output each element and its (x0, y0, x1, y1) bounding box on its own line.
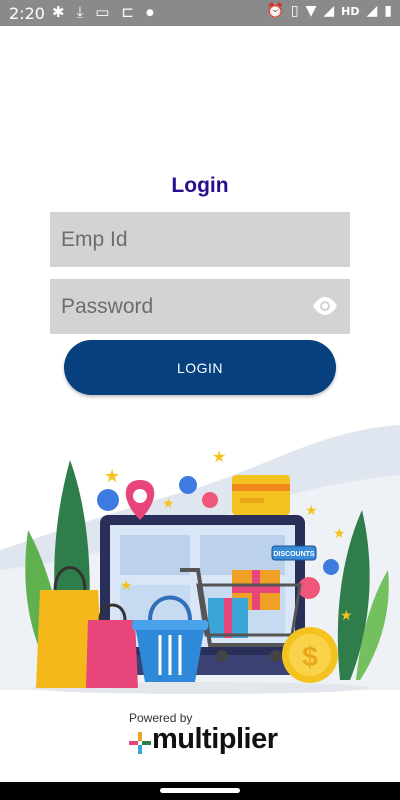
svg-text:★: ★ (212, 449, 226, 466)
svg-text:★: ★ (162, 495, 175, 511)
emp-id-placeholder: Emp Id (61, 227, 128, 251)
signal-icon: ◢ (323, 3, 335, 19)
vibrate-icon: ▯ (290, 3, 299, 19)
svg-text:★: ★ (104, 466, 120, 486)
wifi-icon: ▼ (305, 3, 317, 19)
download-icon: ⤓ (76, 3, 84, 21)
network-type: HD (341, 4, 360, 18)
home-gesture-pill[interactable] (160, 788, 240, 793)
password-field[interactable]: Password (50, 279, 350, 334)
svg-text:★: ★ (340, 607, 353, 623)
svg-text:★: ★ (333, 525, 346, 541)
brand-name: multiplier (152, 723, 278, 755)
eye-icon[interactable] (312, 296, 338, 316)
status-left-icons: ✱ ⤓ ▭ ⊏ ● (52, 3, 154, 23)
svg-text:$: $ (302, 641, 318, 672)
system-nav-bar (0, 782, 400, 800)
page-title: Login (171, 174, 229, 197)
login-button[interactable]: LOGIN (64, 340, 336, 395)
shopping-illustration: ★ ★ ★ ★ ★ ★ ★ DISCOUNTS $ (0, 425, 400, 694)
signal-icon-2: ◢ (366, 3, 378, 19)
battery-saver-icon: ▭ (95, 3, 110, 21)
status-bar: 2:20 ✱ ⤓ ▭ ⊏ ● ⏰ ▯ ▼ ◢ HD ◢ ▮ (0, 0, 400, 26)
dot-icon: ● (145, 8, 154, 18)
battery-icon: ▮ (384, 3, 392, 19)
svg-text:★: ★ (120, 577, 133, 593)
status-right-icons: ⏰ ▯ ▼ ◢ HD ◢ ▮ (266, 3, 392, 19)
password-placeholder: Password (61, 294, 154, 318)
asterisk-icon: ✱ (52, 3, 65, 21)
alarm-icon: ⏰ (266, 3, 284, 19)
status-time: 2:20 (9, 4, 45, 23)
multiplier-logo-icon (129, 732, 151, 754)
discount-sign-label: DISCOUNTS (273, 551, 315, 558)
laptop-icon: ⊏ (121, 3, 134, 21)
emp-id-field[interactable]: Emp Id (50, 212, 350, 267)
svg-text:★: ★ (305, 502, 318, 518)
